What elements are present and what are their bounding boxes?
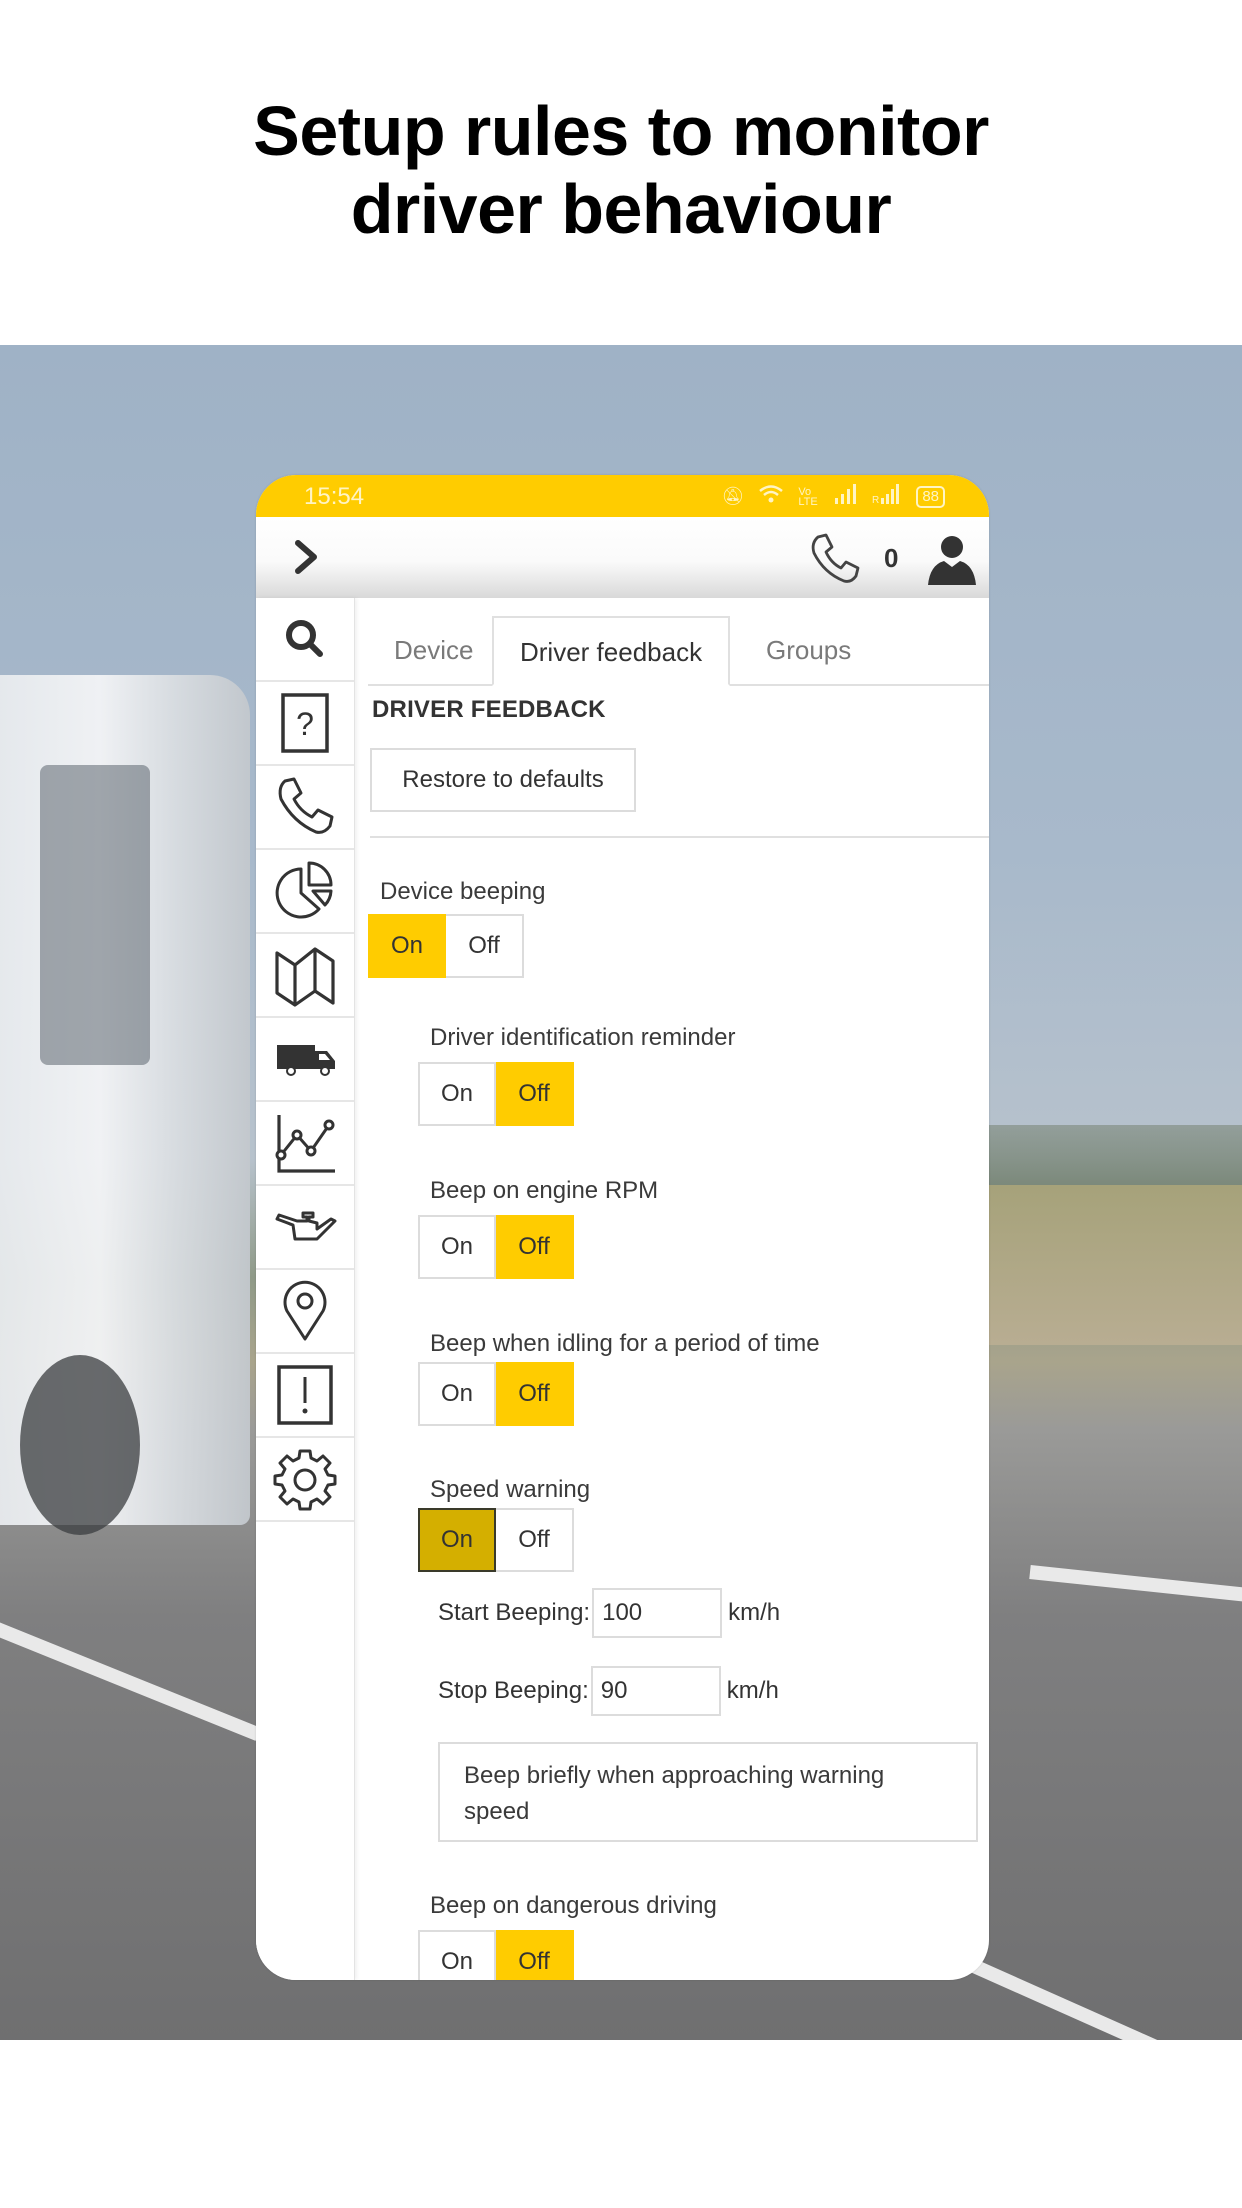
toggle-engine-rpm: On Off xyxy=(418,1215,574,1279)
truck-icon xyxy=(277,1045,335,1076)
approach-warning-option[interactable]: Beep briefly when approaching warning sp… xyxy=(438,1742,978,1842)
sidebar-item-alerts[interactable] xyxy=(256,1354,354,1438)
status-bar: 15:54 🔕︎ Vo LTE R 88 xyxy=(256,475,989,517)
start-beeping-row: Start Beeping: km/h xyxy=(438,1588,780,1638)
toggle-on-button[interactable]: On xyxy=(418,1508,496,1572)
oil-can-icon xyxy=(275,1211,337,1241)
toggle-off-button[interactable]: Off xyxy=(496,1362,574,1426)
photo-truck-wheel xyxy=(20,1355,140,1535)
toggle-on-button[interactable]: On xyxy=(368,914,446,978)
signal-icon xyxy=(834,484,858,509)
call-count: 0 xyxy=(884,543,899,573)
sidebar-item-map[interactable] xyxy=(256,934,354,1018)
sidebar: ? xyxy=(256,598,355,1980)
divider xyxy=(370,836,989,838)
phone-icon[interactable] xyxy=(806,531,862,587)
headline-line-1: Setup rules to monitor xyxy=(253,92,989,170)
tab-device[interactable]: Device xyxy=(368,616,499,684)
status-time: 15:54 xyxy=(304,483,365,510)
stop-beeping-label: Stop Beeping: xyxy=(438,1677,589,1704)
photo-hills xyxy=(980,1125,1242,1185)
line-chart-icon xyxy=(275,1115,335,1173)
content-panel: Device Driver feedback Groups DRIVER FEE… xyxy=(354,598,989,1980)
setting-label-idling: Beep when idling for a period of time xyxy=(430,1330,820,1357)
photo-truck-window xyxy=(40,765,150,1065)
toggle-on-button[interactable]: On xyxy=(418,1215,496,1279)
mute-icon: 🔕︎ xyxy=(721,486,745,506)
toggle-dangerous-driving: On Off xyxy=(418,1930,574,1980)
search-icon xyxy=(286,620,323,657)
setting-label-driver-id-reminder: Driver identification reminder xyxy=(430,1024,736,1051)
toggle-off-button[interactable]: Off xyxy=(446,914,524,978)
setting-label-device-beeping: Device beeping xyxy=(380,878,546,905)
toggle-on-button[interactable]: On xyxy=(418,1062,496,1126)
road-stripe xyxy=(0,1615,261,1741)
stop-beeping-input[interactable] xyxy=(590,1666,721,1716)
headline: Setup rules to monitor driver behaviour xyxy=(0,92,1242,248)
toggle-off-button[interactable]: Off xyxy=(496,1508,574,1572)
toggle-idling: On Off xyxy=(418,1362,574,1426)
sidebar-item-places[interactable] xyxy=(256,1270,354,1354)
app-header: 0 xyxy=(256,517,989,598)
tab-bar: Device Driver feedback Groups xyxy=(368,616,989,686)
svg-text:?: ? xyxy=(296,706,314,742)
setting-label-engine-rpm: Beep on engine RPM xyxy=(430,1177,659,1204)
toggle-speed-warning: On Off xyxy=(418,1508,574,1572)
help-icon: ? xyxy=(281,693,329,753)
sidebar-item-vehicles[interactable] xyxy=(256,1018,354,1102)
sidebar-item-search[interactable] xyxy=(256,598,354,682)
toggle-off-button[interactable]: Off xyxy=(496,1215,574,1279)
sidebar-item-help[interactable]: ? xyxy=(256,682,354,766)
sidebar-item-reports[interactable] xyxy=(256,850,354,934)
headline-line-2: driver behaviour xyxy=(350,170,892,248)
toggle-on-button[interactable]: On xyxy=(418,1362,496,1426)
tab-groups[interactable]: Groups xyxy=(740,616,877,684)
photo-field xyxy=(980,1185,1242,1345)
user-icon[interactable] xyxy=(924,531,980,587)
chevron-right-icon[interactable] xyxy=(286,537,326,577)
start-beeping-unit: km/h xyxy=(728,1599,781,1626)
phone-screen: 15:54 🔕︎ Vo LTE R 88 0 ? Device Driver f… xyxy=(256,475,989,1980)
stop-beeping-row: Stop Beeping: km/h xyxy=(438,1666,779,1716)
pie-chart-icon xyxy=(275,861,333,919)
toggle-off-button[interactable]: Off xyxy=(496,1062,574,1126)
battery-icon: 88 xyxy=(916,485,945,508)
sidebar-item-statistics[interactable] xyxy=(256,1102,354,1186)
start-beeping-label: Start Beeping: xyxy=(438,1599,591,1626)
alert-icon xyxy=(277,1365,333,1425)
sidebar-item-calls[interactable] xyxy=(256,766,354,850)
roaming-signal-icon: R xyxy=(872,484,902,509)
map-icon xyxy=(275,947,335,1007)
restore-defaults-button[interactable]: Restore to defaults xyxy=(370,748,636,812)
setting-label-dangerous-driving: Beep on dangerous driving xyxy=(430,1892,717,1919)
setting-label-speed-warning: Speed warning xyxy=(430,1476,591,1503)
start-beeping-input[interactable] xyxy=(592,1588,723,1638)
toggle-on-button[interactable]: On xyxy=(418,1930,496,1980)
stop-beeping-unit: km/h xyxy=(726,1677,779,1704)
volte-icon: Vo LTE xyxy=(798,485,818,508)
gear-icon xyxy=(273,1449,337,1511)
toggle-off-button[interactable]: Off xyxy=(496,1930,574,1980)
svg-text:R: R xyxy=(872,495,879,504)
status-icons: 🔕︎ Vo LTE R 88 xyxy=(721,484,945,509)
toggle-driver-id-reminder: On Off xyxy=(418,1062,574,1126)
location-pin-icon xyxy=(283,1280,327,1341)
tab-driver-feedback[interactable]: Driver feedback xyxy=(492,616,731,686)
phone-icon xyxy=(278,777,334,834)
toggle-device-beeping: On Off xyxy=(368,914,524,978)
sidebar-item-maintenance[interactable] xyxy=(256,1186,354,1270)
road-stripe xyxy=(1029,1565,1242,1602)
section-title: DRIVER FEEDBACK xyxy=(372,696,606,723)
sidebar-item-settings[interactable] xyxy=(256,1438,354,1522)
wifi-icon xyxy=(758,484,784,509)
